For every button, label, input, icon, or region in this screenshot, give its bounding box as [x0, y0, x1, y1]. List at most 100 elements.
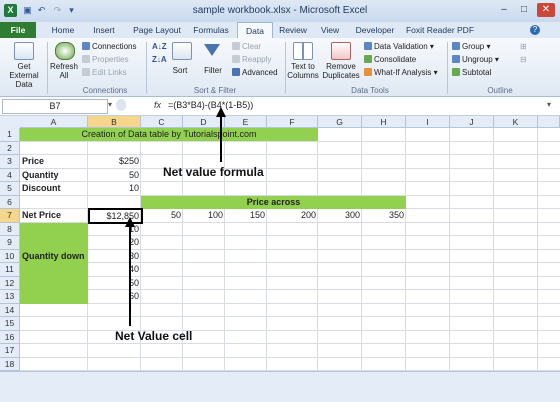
quantity-label-cell[interactable]: Quantity — [22, 169, 59, 183]
filter-button[interactable]: Filter — [198, 66, 228, 75]
column-header-c[interactable]: C — [141, 116, 183, 128]
quantity-down-cell[interactable]: Quantity down — [22, 250, 85, 264]
column-header-i[interactable]: I — [406, 116, 450, 128]
clear-button[interactable]: Clear — [232, 42, 261, 51]
row-header[interactable]: 1 — [0, 128, 20, 142]
quantity-cell[interactable]: 20 — [88, 236, 139, 250]
tab-developer[interactable]: Developer — [350, 22, 400, 38]
row-header[interactable]: 14 — [0, 303, 20, 317]
expand-formula-bar-icon[interactable]: ▾ — [547, 100, 551, 109]
tab-formulas[interactable]: Formulas — [189, 22, 233, 38]
text-to-columns-button[interactable]: Text to Columns — [286, 62, 320, 80]
price-cell[interactable]: 200 — [267, 209, 316, 223]
quantity-value-cell[interactable]: 50 — [88, 169, 139, 183]
price-label-cell[interactable]: Price — [22, 155, 44, 169]
tab-view[interactable]: View — [315, 22, 345, 38]
data-validation-button[interactable]: Data Validation ▾ — [364, 42, 434, 51]
formula-bar-handle-icon[interactable] — [116, 99, 126, 111]
price-cell[interactable]: 100 — [183, 209, 223, 223]
row-header[interactable]: 18 — [0, 357, 20, 371]
title-cell[interactable]: Creation of Data table by Tutorialspoint… — [20, 128, 318, 142]
edit-links-button[interactable]: Edit Links — [82, 68, 127, 77]
tab-review[interactable]: Review — [275, 22, 311, 38]
get-external-data-button[interactable]: Get External Data — [2, 62, 46, 89]
tab-page-layout[interactable]: Page Layout — [128, 22, 186, 38]
price-cell[interactable]: 350 — [362, 209, 404, 223]
help-icon[interactable]: ? — [530, 25, 540, 35]
net-price-label-cell[interactable]: Net Price — [22, 209, 61, 223]
sort-button[interactable]: Sort — [167, 66, 193, 75]
advanced-button[interactable]: Advanced — [232, 68, 278, 77]
subtotal-button[interactable]: Subtotal — [452, 68, 491, 77]
row-header[interactable]: 7 — [0, 209, 20, 223]
redo-icon[interactable]: ↷ — [52, 5, 63, 16]
close-button[interactable]: ✕ — [537, 3, 555, 17]
tab-insert[interactable]: Insert — [84, 22, 124, 38]
tab-foxit[interactable]: Foxit Reader PDF — [404, 22, 476, 38]
row-header[interactable]: 11 — [0, 263, 20, 277]
row-header[interactable]: 4 — [0, 168, 20, 182]
discount-value-cell[interactable]: 10 — [88, 182, 139, 196]
price-across-cell[interactable]: Price across — [141, 196, 406, 210]
column-header-l[interactable] — [538, 116, 560, 128]
row-header[interactable]: 9 — [0, 236, 20, 250]
consolidate-button[interactable]: Consolidate — [364, 55, 416, 64]
quantity-cell[interactable]: 40 — [88, 263, 139, 277]
customize-toolbar-icon[interactable]: ▾ — [66, 5, 77, 16]
remove-duplicates-button[interactable]: Remove Duplicates — [322, 62, 360, 80]
name-box-dropdown-icon[interactable]: ▾ — [108, 100, 112, 109]
row-header[interactable]: 6 — [0, 195, 20, 209]
excel-app-icon[interactable]: X — [4, 4, 17, 17]
column-header-d[interactable]: D — [183, 116, 225, 128]
sort-az-button[interactable]: A↓Z — [152, 42, 167, 51]
row-header[interactable]: 13 — [0, 290, 20, 304]
formula-arrow-shaft — [220, 116, 222, 162]
minimize-button[interactable]: – — [495, 3, 513, 17]
column-header-f[interactable]: F — [267, 116, 318, 128]
insert-function-icon[interactable]: fx — [154, 100, 161, 110]
row-header[interactable]: 10 — [0, 249, 20, 263]
show-detail-icon[interactable]: ⊞ — [520, 42, 527, 51]
column-header-b[interactable]: B — [88, 116, 141, 128]
row-header[interactable]: 2 — [0, 141, 20, 155]
price-value-cell[interactable]: $250 — [88, 155, 139, 169]
grid-column-line — [317, 128, 318, 371]
row-header[interactable]: 15 — [0, 317, 20, 331]
reapply-button[interactable]: Reapply — [232, 55, 271, 64]
column-header-k[interactable]: K — [494, 116, 538, 128]
row-header[interactable]: 8 — [0, 222, 20, 236]
quantity-cell[interactable]: 60 — [88, 290, 139, 304]
undo-icon[interactable]: ↶ — [36, 5, 47, 16]
save-icon[interactable]: ▣ — [22, 5, 33, 16]
row-header[interactable]: 16 — [0, 330, 20, 344]
tab-file[interactable]: File — [0, 22, 36, 38]
column-header-j[interactable]: J — [450, 116, 494, 128]
ungroup-button[interactable]: Ungroup ▾ — [452, 55, 499, 64]
price-cell[interactable]: 150 — [225, 209, 265, 223]
row-header[interactable]: 17 — [0, 344, 20, 358]
quantity-cell[interactable]: 50 — [88, 277, 139, 291]
price-cell[interactable]: 300 — [318, 209, 360, 223]
quantity-cell[interactable]: 30 — [88, 250, 139, 264]
what-if-analysis-button[interactable]: What-If Analysis ▾ — [364, 68, 438, 77]
column-header-a[interactable]: A — [20, 116, 88, 128]
row-header[interactable]: 12 — [0, 276, 20, 290]
maximize-button[interactable]: □ — [515, 3, 533, 17]
tab-data[interactable]: Data — [237, 22, 273, 38]
row-header[interactable]: 5 — [0, 182, 20, 196]
grid-column-line — [266, 128, 267, 371]
connections-button[interactable]: Connections — [82, 42, 136, 51]
discount-label-cell[interactable]: Discount — [22, 182, 61, 196]
hide-detail-icon[interactable]: ⊟ — [520, 55, 527, 64]
properties-button[interactable]: Properties — [82, 55, 128, 64]
row-header[interactable]: 3 — [0, 155, 20, 169]
group-button[interactable]: Group ▾ — [452, 42, 490, 51]
price-cell[interactable]: 50 — [141, 209, 181, 223]
refresh-all-button[interactable]: Refresh All — [49, 62, 79, 80]
tab-home[interactable]: Home — [44, 22, 82, 38]
name-box[interactable]: B7 — [2, 99, 108, 114]
column-header-e[interactable]: E — [225, 116, 267, 128]
sort-za-button[interactable]: Z↓A — [152, 55, 167, 64]
column-header-h[interactable]: H — [362, 116, 406, 128]
column-header-g[interactable]: G — [318, 116, 362, 128]
